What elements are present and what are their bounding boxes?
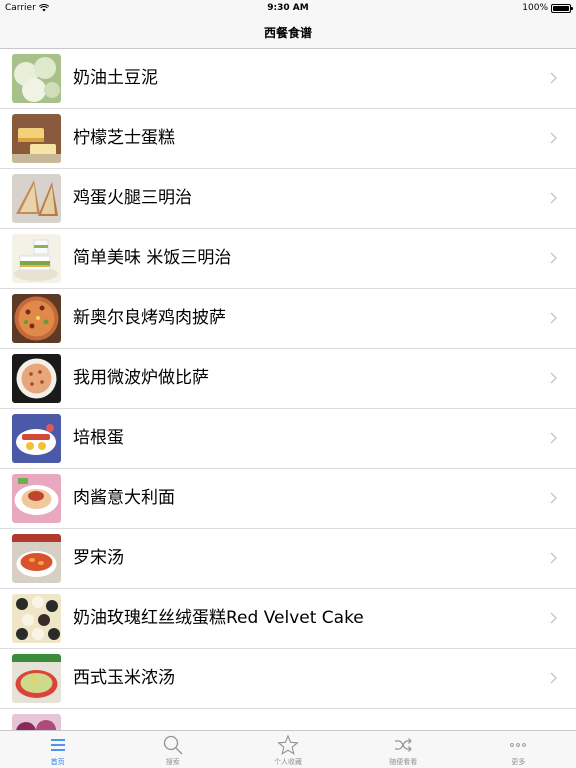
recipe-row[interactable]: 简单美味 米饭三明治 [0, 229, 576, 289]
tab-label: 首页 [50, 758, 65, 766]
tab-label: 个人收藏 [274, 758, 302, 766]
battery-icon [551, 3, 573, 13]
list-icon [50, 739, 65, 751]
recipe-thumbnail [12, 54, 61, 103]
chevron-right-icon [550, 192, 557, 204]
recipe-row[interactable]: 鸡蛋火腿三明治 [0, 169, 576, 229]
chevron-right-icon [550, 312, 557, 324]
recipe-thumbnail [12, 174, 61, 223]
tab-label: 随便看看 [389, 758, 418, 766]
recipe-title: 鸡蛋火腿三明治 [73, 188, 192, 208]
recipe-title: 罗宋汤 [73, 548, 124, 568]
recipe-title: 培根蛋 [73, 428, 124, 448]
page-title: 西餐食谱 [263, 25, 312, 40]
recipe-thumbnail [12, 534, 61, 583]
recipe-thumbnail [12, 114, 61, 163]
recipe-row[interactable]: 奶油土豆泥 [0, 49, 576, 109]
recipe-thumbnail [12, 714, 61, 730]
recipe-title: 新奥尔良烤鸡肉披萨 [73, 308, 226, 328]
recipe-thumbnail [12, 474, 61, 523]
battery-tip [571, 6, 573, 10]
recipe-title: 简单美味 米饭三明治 [73, 248, 232, 268]
recipe-row[interactable]: 罗宋汤 [0, 529, 576, 589]
status-time: 9:30 AM [267, 3, 309, 13]
recipe-row[interactable]: 西式玉米浓汤 [0, 649, 576, 709]
chevron-right-icon [550, 552, 557, 564]
recipe-row[interactable]: 培根蛋 [0, 409, 576, 469]
recipe-title: 奶油玫瑰红丝绒蛋糕Red Velvet Cake [73, 608, 364, 628]
recipe-title: 柠檬芝士蛋糕 [73, 128, 175, 148]
recipe-row[interactable]: 我用微波炉做比萨 [0, 349, 576, 409]
chevron-right-icon [550, 372, 557, 384]
battery-percent: 100% [522, 3, 548, 13]
battery-level [553, 5, 569, 11]
chevron-right-icon [550, 672, 557, 684]
recipe-thumbnail [12, 414, 61, 463]
recipe-title: 西式玉米浓汤 [73, 668, 175, 688]
tab-star[interactable]: 个人收藏 [230, 731, 345, 768]
recipe-row[interactable]: 肉酱意大利面 [0, 469, 576, 529]
status-right: 100% [522, 3, 573, 13]
tab-bar: 首页 搜索 个人收藏 随便看看 更多 [0, 730, 576, 768]
tab-label: 搜索 [165, 758, 180, 766]
recipe-thumbnail [12, 354, 61, 403]
recipe-thumbnail [12, 594, 61, 643]
chevron-right-icon [550, 132, 557, 144]
navigation-bar: 西餐食谱 [0, 16, 576, 49]
recipe-thumbnail [12, 654, 61, 703]
recipe-row[interactable] [0, 709, 576, 730]
recipe-title: 肉酱意大利面 [73, 488, 175, 508]
chevron-right-icon [550, 612, 557, 624]
status-bar: Carrier 9:30 AM 100% [0, 0, 576, 16]
recipe-row[interactable]: 新奥尔良烤鸡肉披萨 [0, 289, 576, 349]
recipe-title: 奶油土豆泥 [73, 68, 158, 88]
recipe-list[interactable]: 奶油土豆泥柠檬芝士蛋糕 鸡蛋火腿三明治简单美味 米饭三明治 新奥尔良烤鸡肉披萨 我用微… [0, 49, 576, 730]
tab-more[interactable]: 更多 [461, 731, 576, 768]
more-icon [510, 743, 527, 747]
search-icon [163, 735, 183, 755]
tab-list[interactable]: 首页 [0, 731, 115, 768]
chevron-right-icon [550, 72, 557, 84]
recipe-thumbnail [12, 234, 61, 283]
tab-shuffle[interactable]: 随便看看 [346, 731, 461, 768]
recipe-row[interactable]: 奶油玫瑰红丝绒蛋糕Red Velvet Cake [0, 589, 576, 649]
tab-label: 更多 [511, 758, 526, 766]
chevron-right-icon [550, 492, 557, 504]
recipe-thumbnail [12, 294, 61, 343]
chevron-right-icon [550, 252, 557, 264]
recipe-row[interactable]: 柠檬芝士蛋糕 [0, 109, 576, 169]
chevron-right-icon [550, 432, 557, 444]
recipe-title: 我用微波炉做比萨 [73, 368, 209, 388]
shuffle-icon [395, 738, 413, 752]
tab-search[interactable]: 搜索 [115, 731, 230, 768]
star-icon [277, 734, 299, 755]
